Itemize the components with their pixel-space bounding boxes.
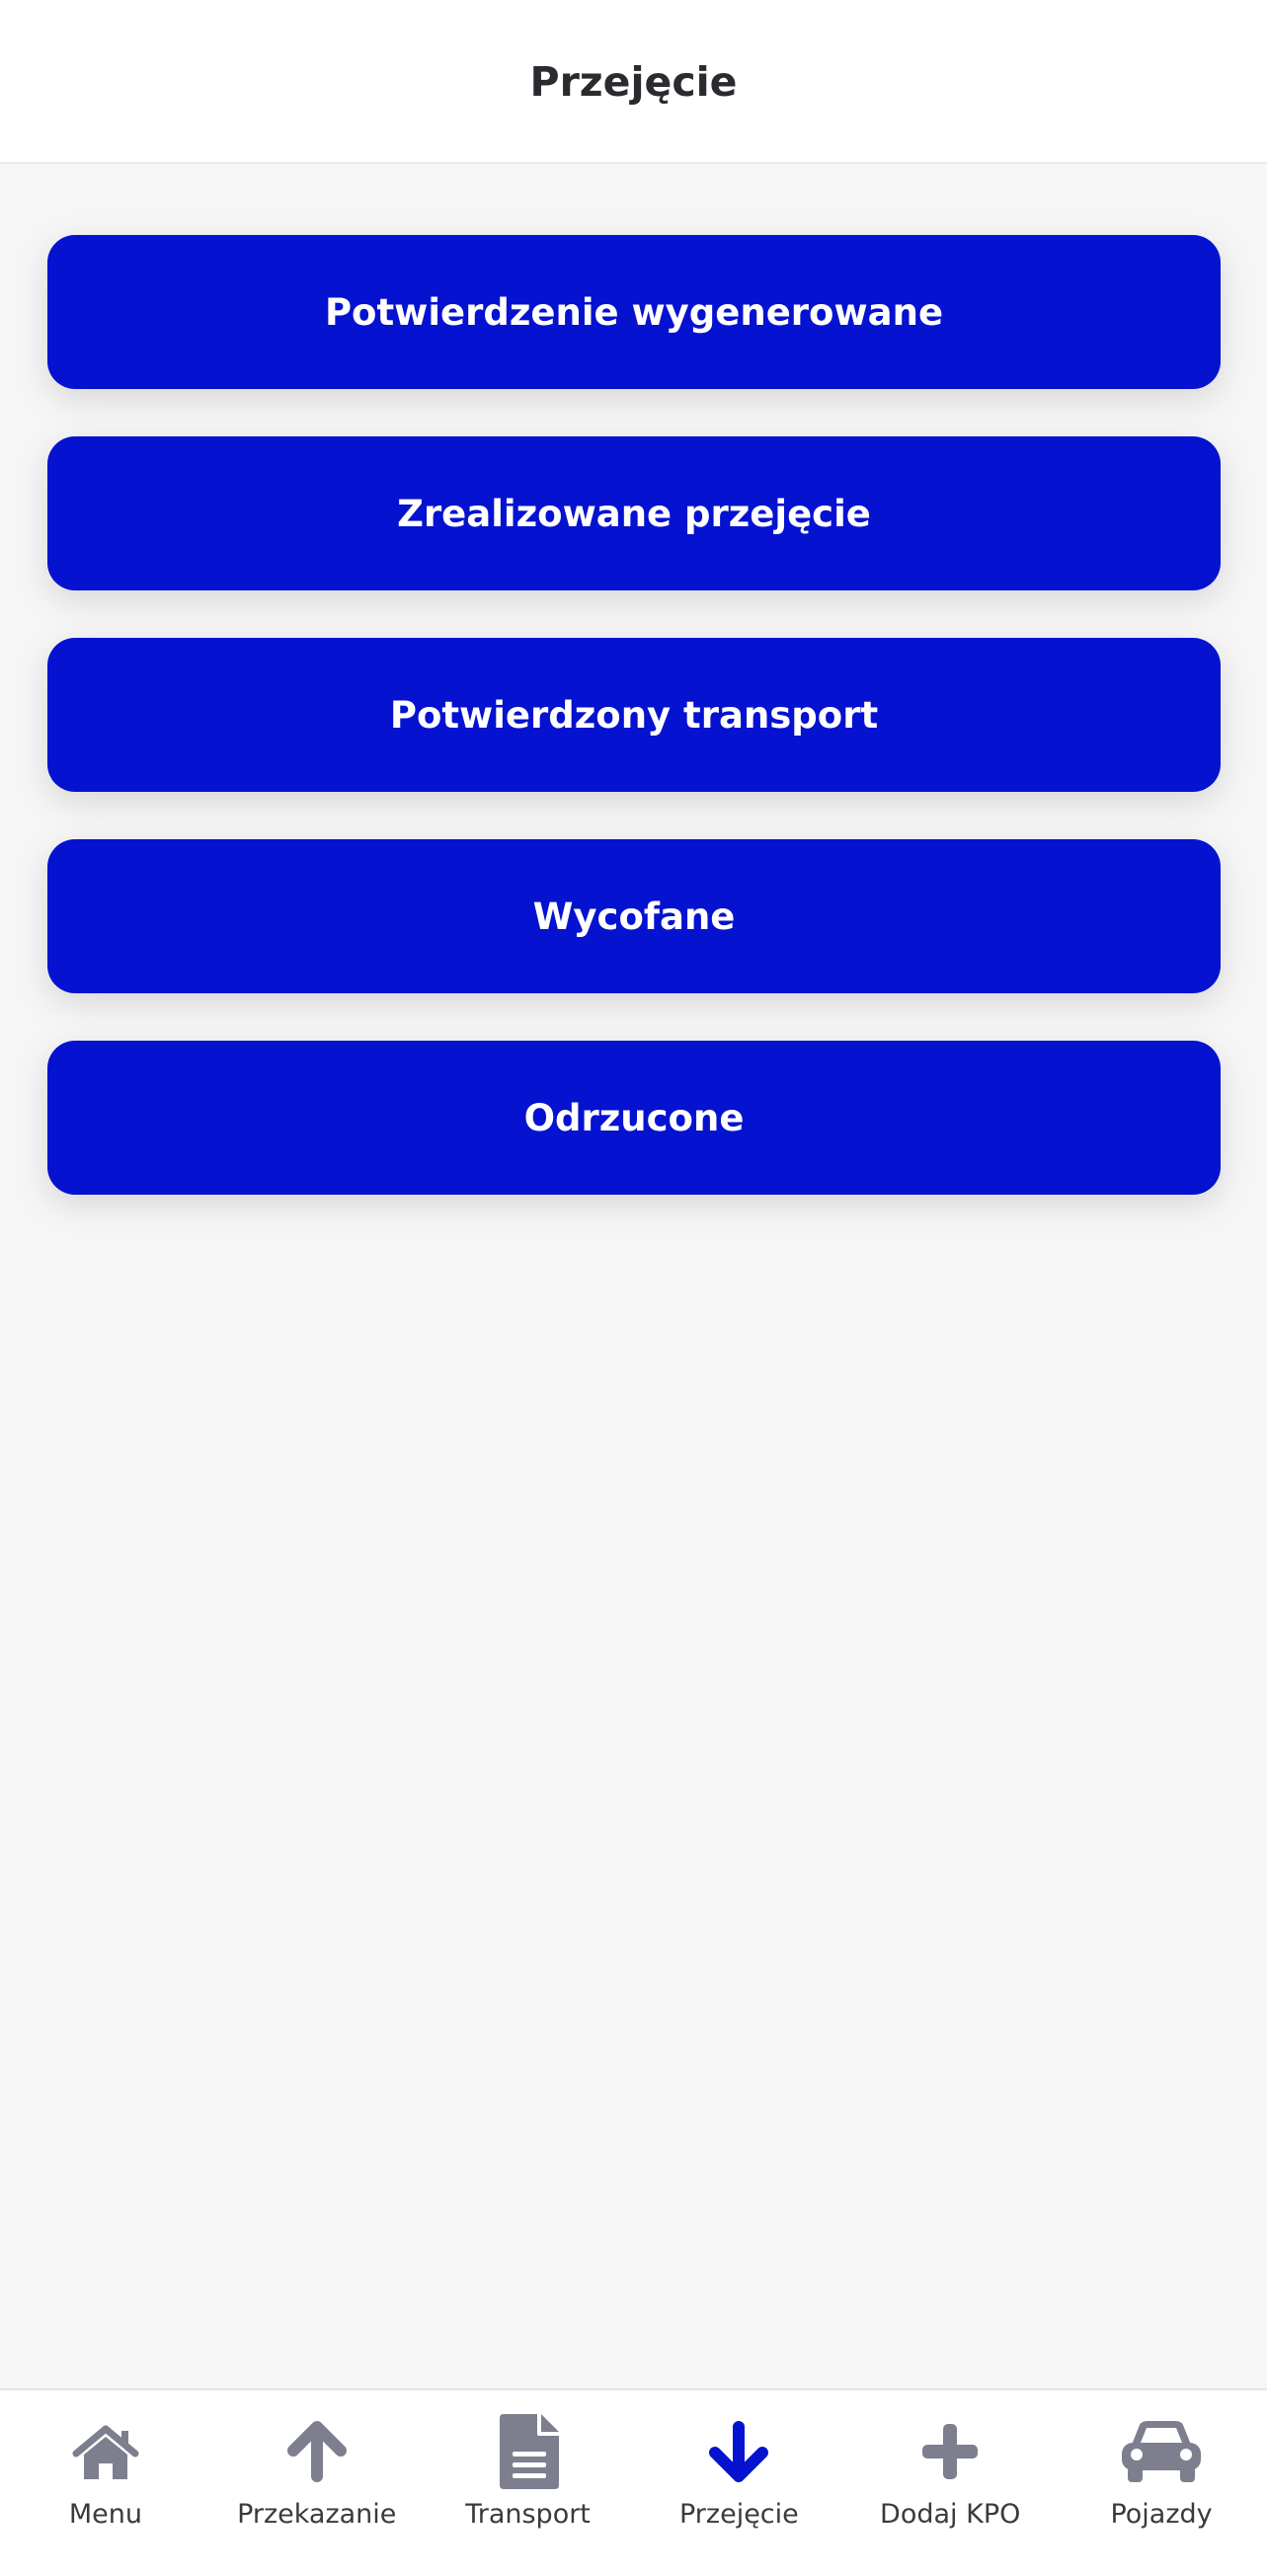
confirmation-generated-label: Potwierdzenie wygenerowane	[324, 290, 944, 334]
confirmed-transport-label: Potwierdzony transport	[389, 693, 879, 737]
withdrawn-button[interactable]: Wycofane	[47, 839, 1221, 993]
tab-dodaj-kpo-label: Dodaj KPO	[880, 2499, 1021, 2530]
confirmed-transport-button[interactable]: Potwierdzony transport	[47, 638, 1221, 792]
header-bar: Przejęcie	[0, 0, 1267, 164]
tab-przekazanie[interactable]: Przekazanie	[211, 2390, 423, 2576]
tab-przekazanie-label: Przekazanie	[237, 2499, 397, 2530]
tab-menu-label: Menu	[68, 2499, 142, 2530]
tab-pojazdy[interactable]: Pojazdy	[1056, 2390, 1267, 2576]
arrow-up-icon	[273, 2412, 361, 2491]
tab-dodaj-kpo[interactable]: Dodaj KPO	[844, 2390, 1056, 2576]
tab-przejecie[interactable]: Przejęcie	[633, 2390, 844, 2576]
rejected-label: Odrzucone	[523, 1096, 745, 1139]
page-title: Przejęcie	[529, 58, 738, 106]
tab-transport[interactable]: Transport	[423, 2390, 634, 2576]
status-button-list: Potwierdzenie wygenerowane Zrealizowane …	[47, 235, 1221, 1242]
rejected-button[interactable]: Odrzucone	[47, 1041, 1221, 1195]
tab-przejecie-label: Przejęcie	[679, 2499, 799, 2530]
car-icon	[1117, 2412, 1206, 2491]
bottom-tab-bar: Menu Przekazanie Transport Przejęcie Dod…	[0, 2388, 1267, 2576]
confirmation-generated-button[interactable]: Potwierdzenie wygenerowane	[47, 235, 1221, 389]
tab-transport-label: Transport	[465, 2499, 591, 2530]
withdrawn-label: Wycofane	[532, 895, 736, 938]
tab-menu[interactable]: Menu	[0, 2390, 211, 2576]
tab-pojazdy-label: Pojazdy	[1110, 2499, 1213, 2530]
home-icon	[61, 2412, 150, 2491]
completed-takeover-button[interactable]: Zrealizowane przejęcie	[47, 436, 1221, 590]
plus-icon	[906, 2412, 994, 2491]
document-icon	[484, 2412, 573, 2491]
arrow-down-icon	[694, 2412, 783, 2491]
completed-takeover-label: Zrealizowane przejęcie	[397, 492, 871, 535]
